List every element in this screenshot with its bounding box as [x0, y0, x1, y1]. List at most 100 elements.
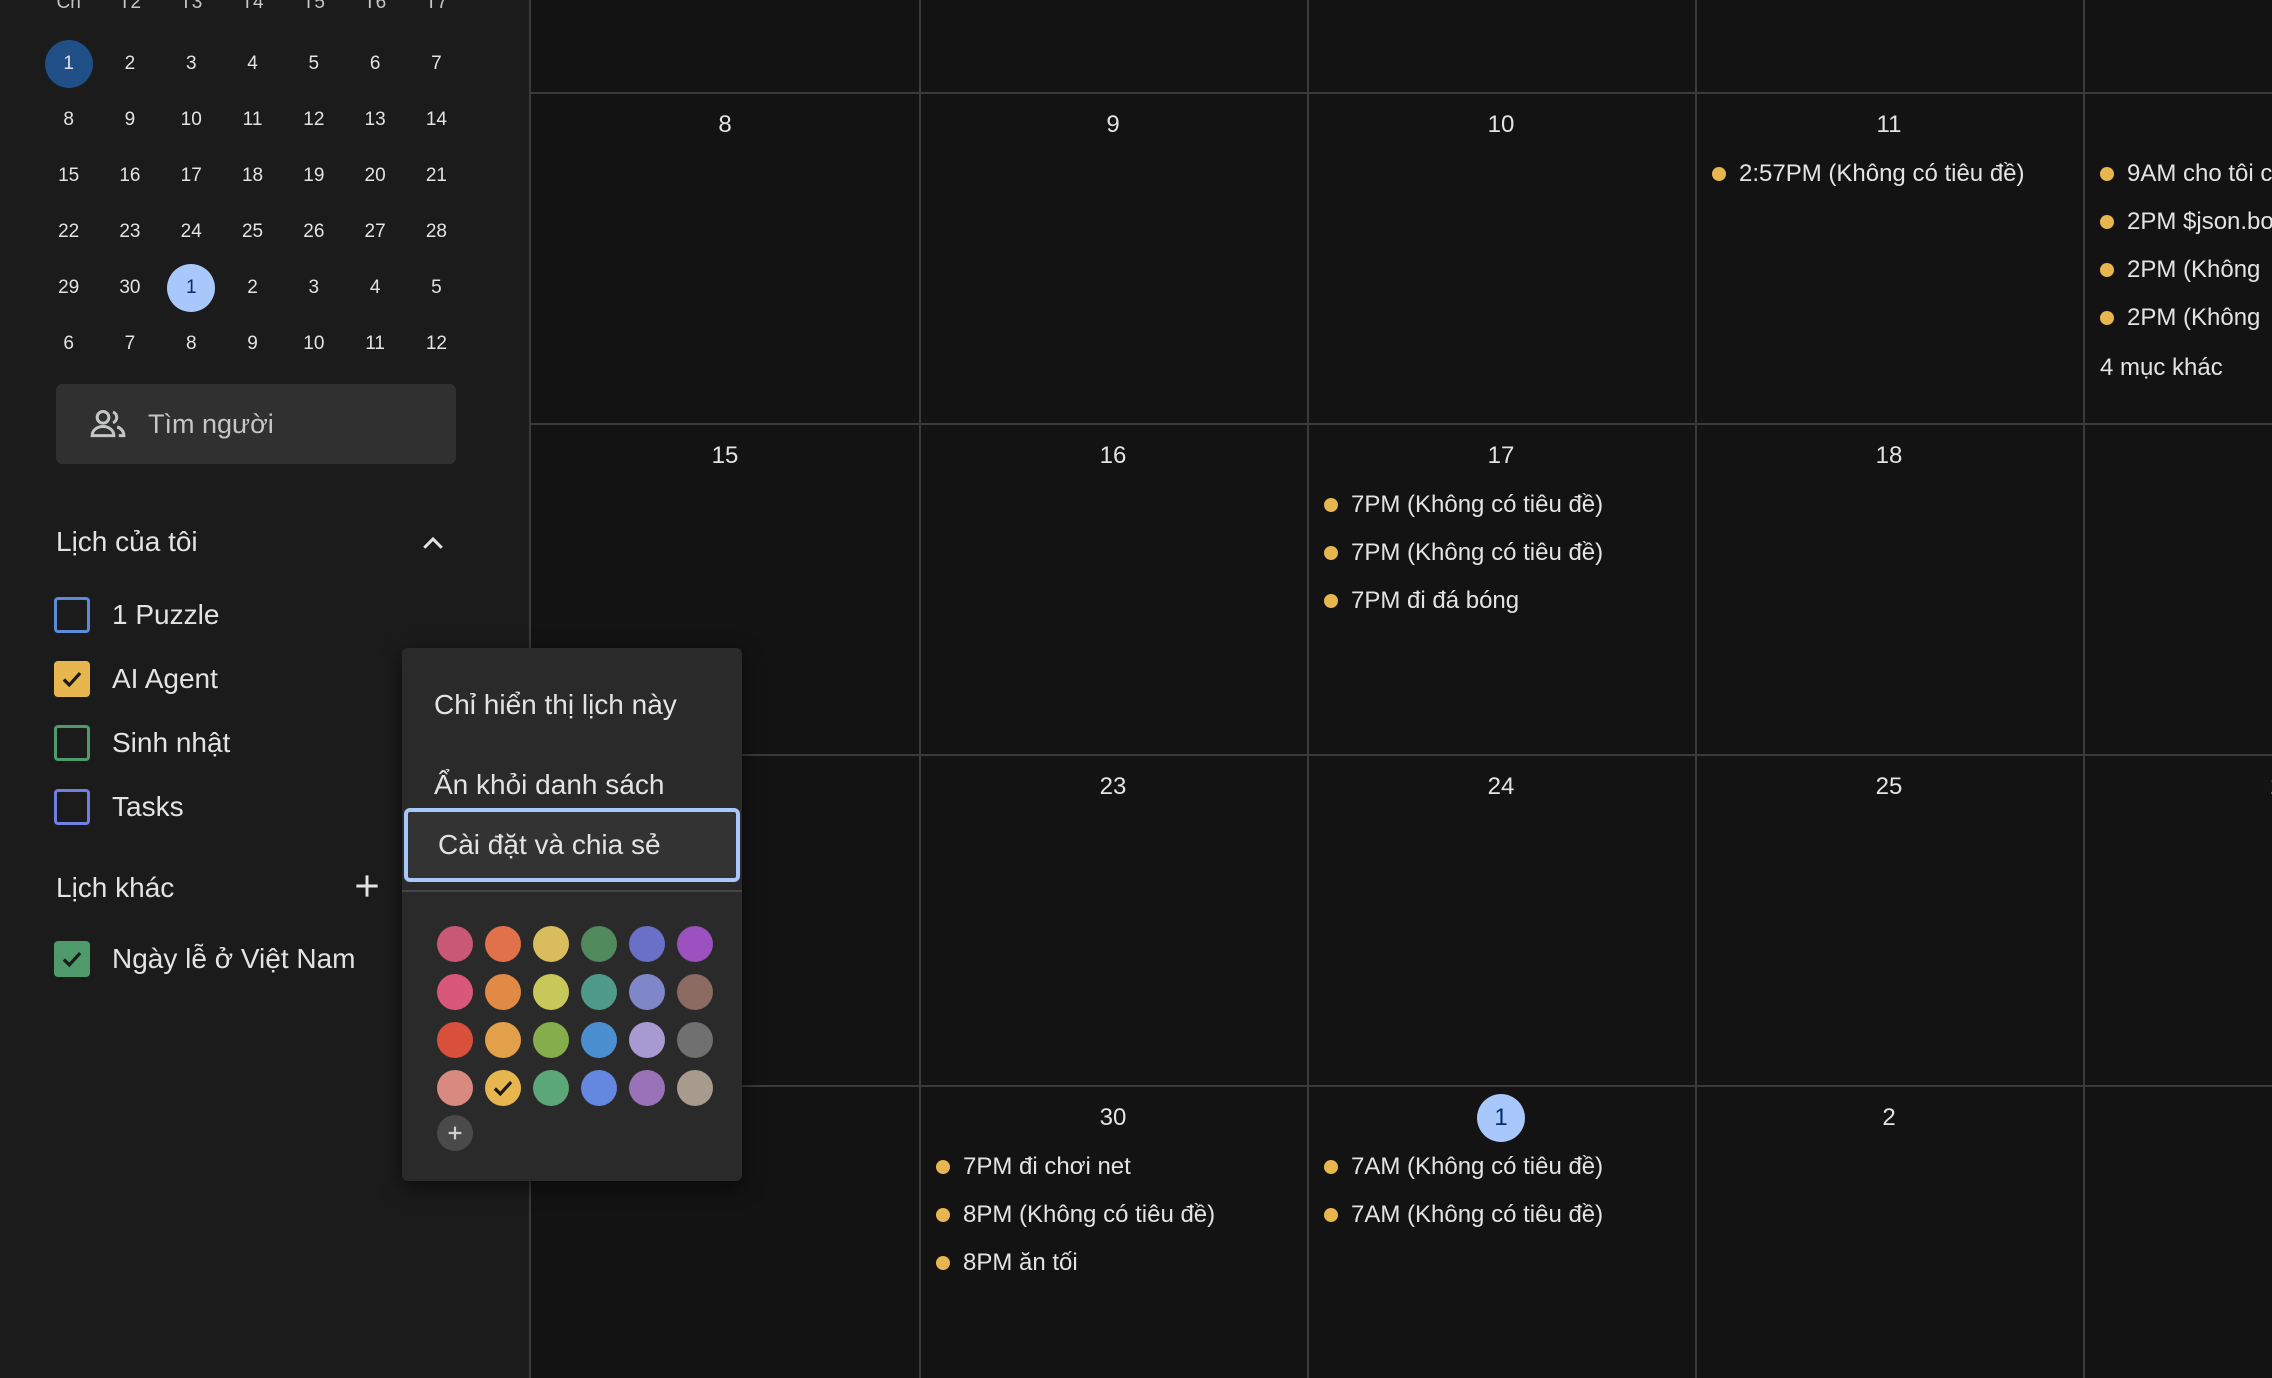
day-number[interactable]: 15	[701, 432, 749, 480]
calendar-event[interactable]: 7PM (Không có tiêu đề)	[1324, 485, 1603, 525]
mini-calendar-day[interactable]: 8	[45, 96, 93, 144]
mini-calendar-day[interactable]: 9	[106, 96, 154, 144]
mini-calendar-day[interactable]: 3	[290, 264, 338, 312]
calendar-list-item[interactable]: Ngày lễ ở Việt Nam	[54, 933, 356, 985]
calendar-list-item[interactable]: AI Agent	[54, 653, 218, 705]
color-swatch[interactable]	[581, 1070, 617, 1106]
mini-calendar-day[interactable]: 25	[229, 208, 277, 256]
color-swatch[interactable]	[629, 1022, 665, 1058]
add-other-calendar-button[interactable]	[343, 862, 391, 910]
mini-calendar-day[interactable]: 11	[351, 320, 399, 368]
mini-calendar-day[interactable]: 11	[229, 96, 277, 144]
mini-calendar-day[interactable]: 1	[44, 40, 93, 88]
color-swatch[interactable]	[629, 974, 665, 1010]
calendar-event[interactable]: 2:57PM (Không có tiêu đề)	[1712, 154, 2025, 194]
mini-calendar-day[interactable]: 4	[229, 40, 277, 88]
mini-calendar-day[interactable]: 16	[106, 152, 154, 200]
day-number[interactable]: 24	[1477, 763, 1525, 811]
color-swatch[interactable]	[437, 926, 473, 962]
menu-item-settings-and-sharing[interactable]: Cài đặt và chia sẻ	[404, 808, 740, 882]
day-number[interactable]: 8	[701, 101, 749, 149]
day-number[interactable]: 23	[1089, 763, 1137, 811]
day-number[interactable]: 2	[2253, 763, 2272, 811]
color-swatch[interactable]	[677, 1070, 713, 1106]
mini-calendar-day[interactable]: 15	[45, 152, 93, 200]
calendar-event[interactable]: 7PM đi chơi net	[936, 1147, 1131, 1187]
mini-calendar-day[interactable]: 6	[45, 320, 93, 368]
day-number[interactable]: 17	[1477, 432, 1525, 480]
color-swatch[interactable]	[581, 926, 617, 962]
day-number[interactable]: 1	[2253, 432, 2272, 480]
day-number[interactable]: 1	[1477, 1094, 1525, 1142]
color-swatch[interactable]	[485, 926, 521, 962]
calendar-event[interactable]: 2PM (Không	[2100, 250, 2260, 290]
mini-calendar-day[interactable]: 7	[106, 320, 154, 368]
color-swatch[interactable]	[437, 1070, 473, 1106]
day-number[interactable]: 11	[1865, 101, 1913, 149]
menu-item-show-only-this[interactable]: Chỉ hiển thị lịch này	[402, 668, 742, 742]
mini-calendar-day[interactable]: 22	[45, 208, 93, 256]
color-swatch[interactable]	[581, 974, 617, 1010]
calendar-event[interactable]: 2PM (Không	[2100, 298, 2260, 338]
color-swatch[interactable]	[533, 926, 569, 962]
mini-calendar-day[interactable]: 24	[167, 208, 215, 256]
day-number[interactable]: 16	[1089, 432, 1137, 480]
mini-calendar-day[interactable]: 18	[229, 152, 277, 200]
day-number[interactable]: 2	[1865, 1094, 1913, 1142]
calendar-checkbox[interactable]	[54, 789, 90, 825]
calendar-event[interactable]: 8PM ăn tối	[936, 1243, 1078, 1283]
mini-calendar-day[interactable]: 20	[351, 152, 399, 200]
mini-calendar-day[interactable]: 12	[290, 96, 338, 144]
calendar-event[interactable]: 7PM đi đá bóng	[1324, 581, 1519, 621]
mini-calendar-day[interactable]: 14	[412, 96, 460, 144]
mini-calendar-day[interactable]: 2	[106, 40, 154, 88]
calendar-event[interactable]: 9AM cho tôi c	[2100, 154, 2272, 194]
mini-calendar-day[interactable]: 27	[351, 208, 399, 256]
mini-calendar-day[interactable]: 4	[351, 264, 399, 312]
day-number[interactable]: 25	[1865, 763, 1913, 811]
calendar-list-item[interactable]: Sinh nhật	[54, 717, 230, 769]
mini-calendar-day[interactable]: 10	[167, 96, 215, 144]
more-events-link[interactable]: 4 mục khác	[2100, 354, 2223, 382]
my-calendars-toggle-button[interactable]	[409, 520, 457, 568]
day-number[interactable]: 9	[1089, 101, 1137, 149]
day-number[interactable]: 18	[1865, 432, 1913, 480]
mini-calendar-day[interactable]: 8	[167, 320, 215, 368]
color-swatch[interactable]	[677, 926, 713, 962]
color-swatch[interactable]	[677, 974, 713, 1010]
color-swatch[interactable]	[581, 1022, 617, 1058]
calendar-list-item[interactable]: 1 Puzzle	[54, 589, 219, 641]
color-swatch[interactable]	[533, 1022, 569, 1058]
calendar-checkbox[interactable]	[54, 597, 90, 633]
color-swatch[interactable]	[629, 1070, 665, 1106]
color-swatch[interactable]	[485, 1070, 521, 1106]
mini-calendar-day[interactable]: 21	[412, 152, 460, 200]
mini-calendar-day[interactable]: 9	[229, 320, 277, 368]
mini-calendar-day[interactable]: 12	[412, 320, 460, 368]
calendar-checkbox[interactable]	[54, 941, 90, 977]
color-swatch[interactable]	[629, 926, 665, 962]
mini-calendar-day[interactable]: 23	[106, 208, 154, 256]
day-number[interactable]: 1	[2253, 101, 2272, 149]
color-swatch[interactable]	[677, 1022, 713, 1058]
mini-calendar-day[interactable]: 1	[167, 264, 216, 312]
day-number[interactable]: 30	[1089, 1094, 1137, 1142]
mini-calendar-day[interactable]: 19	[290, 152, 338, 200]
mini-calendar-day[interactable]: 5	[290, 40, 338, 88]
mini-calendar-day[interactable]: 26	[290, 208, 338, 256]
mini-calendar-day[interactable]: 28	[412, 208, 460, 256]
calendar-checkbox[interactable]	[54, 725, 90, 761]
mini-calendar-day[interactable]: 30	[106, 264, 154, 312]
color-swatch[interactable]	[437, 1022, 473, 1058]
day-number[interactable]	[2253, 1094, 2272, 1142]
mini-calendar-day[interactable]: 2	[229, 264, 277, 312]
calendar-checkbox[interactable]	[54, 661, 90, 697]
calendar-list-item[interactable]: Tasks	[54, 781, 184, 833]
color-swatch[interactable]	[485, 1022, 521, 1058]
mini-calendar-day[interactable]: 7	[412, 40, 460, 88]
mini-calendar-day[interactable]: 13	[351, 96, 399, 144]
mini-calendar-day[interactable]: 17	[167, 152, 215, 200]
search-people-input[interactable]: Tìm người	[56, 384, 456, 464]
mini-calendar-day[interactable]: 3	[167, 40, 215, 88]
color-swatch[interactable]	[437, 974, 473, 1010]
